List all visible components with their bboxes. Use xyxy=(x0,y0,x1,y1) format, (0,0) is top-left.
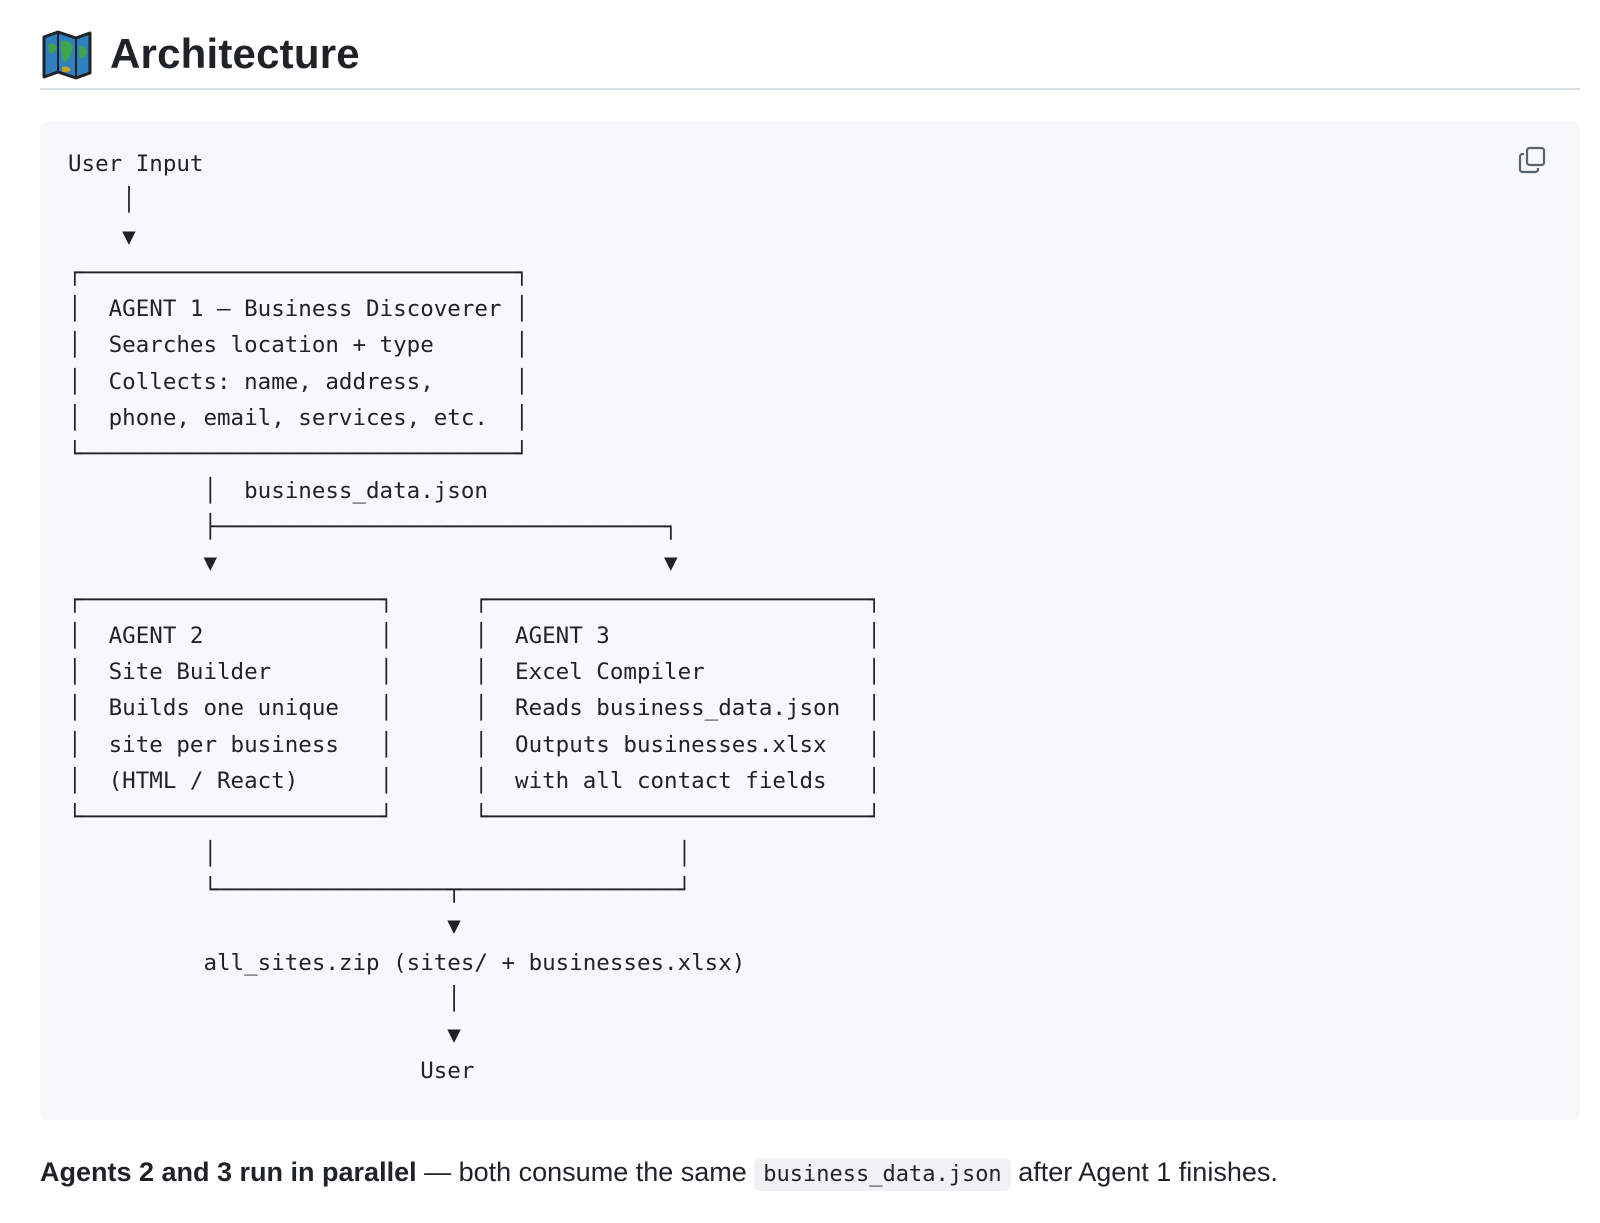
copy-icon xyxy=(1517,145,1547,180)
architecture-diagram: User Input │ ▼ ┌────────────────────────… xyxy=(68,146,881,1090)
diagram-line: │ Site Builder │ │ Excel Compiler │ xyxy=(68,659,881,686)
diagram-line: │ phone, email, services, etc. │ xyxy=(68,405,529,432)
diagram-line: ┌────────────────────────────────┐ xyxy=(68,259,529,286)
diagram-line: ├─────────────────────────────────┐ xyxy=(68,513,678,540)
diagram-line: └─────────────────┬────────────────┘ xyxy=(68,876,692,903)
diagram-line: User xyxy=(68,1058,475,1085)
section-heading: Architecture xyxy=(40,20,1580,90)
diagram-line: └────────────────────────────────┘ xyxy=(68,441,529,468)
diagram-line: │ site per business │ │ Outputs business… xyxy=(68,731,881,758)
diagram-line: all_sites.zip (sites/ + businesses.xlsx) xyxy=(68,949,746,976)
caption-text-after: after Agent 1 finishes. xyxy=(1010,1157,1278,1187)
code-block: User Input │ ▼ ┌────────────────────────… xyxy=(40,122,1580,1120)
diagram-line: │ xyxy=(68,187,136,214)
diagram-line: │ Collects: name, address, │ xyxy=(68,368,529,395)
diagram-line: User Input xyxy=(68,151,204,177)
diagram-line: └──────────────────────┘ └──────────────… xyxy=(68,804,881,831)
diagram-line: │ business_data.json xyxy=(68,477,488,504)
diagram-line: │ xyxy=(68,985,461,1012)
diagram-line: │ Searches location + type │ xyxy=(68,332,529,359)
map-icon xyxy=(40,27,94,81)
copy-button[interactable] xyxy=(1514,144,1550,180)
diagram-line: │ Builds one unique │ │ Reads business_d… xyxy=(68,695,881,722)
diagram-line: ▼ xyxy=(68,913,461,940)
caption-text-before: — both consume the same xyxy=(416,1157,755,1187)
caption: Agents 2 and 3 run in parallel — both co… xyxy=(40,1152,1278,1195)
diagram-line: │ AGENT 1 — Business Discoverer │ xyxy=(68,296,529,323)
inline-code: business_data.json xyxy=(754,1158,1011,1191)
caption-bold: Agents 2 and 3 run in parallel xyxy=(40,1157,417,1187)
diagram-line: ▼ xyxy=(68,223,136,250)
diagram-line: │ (HTML / React) │ │ with all contact fi… xyxy=(68,768,881,795)
diagram-line: ▼ xyxy=(68,1022,461,1049)
diagram-line: │ AGENT 2 │ │ AGENT 3 │ xyxy=(68,622,881,649)
diagram-line: ┌──────────────────────┐ ┌──────────────… xyxy=(68,586,881,613)
page-title: Architecture xyxy=(110,30,360,77)
diagram-line: ▼ ▼ xyxy=(68,550,678,577)
diagram-line: │ │ xyxy=(68,840,692,867)
